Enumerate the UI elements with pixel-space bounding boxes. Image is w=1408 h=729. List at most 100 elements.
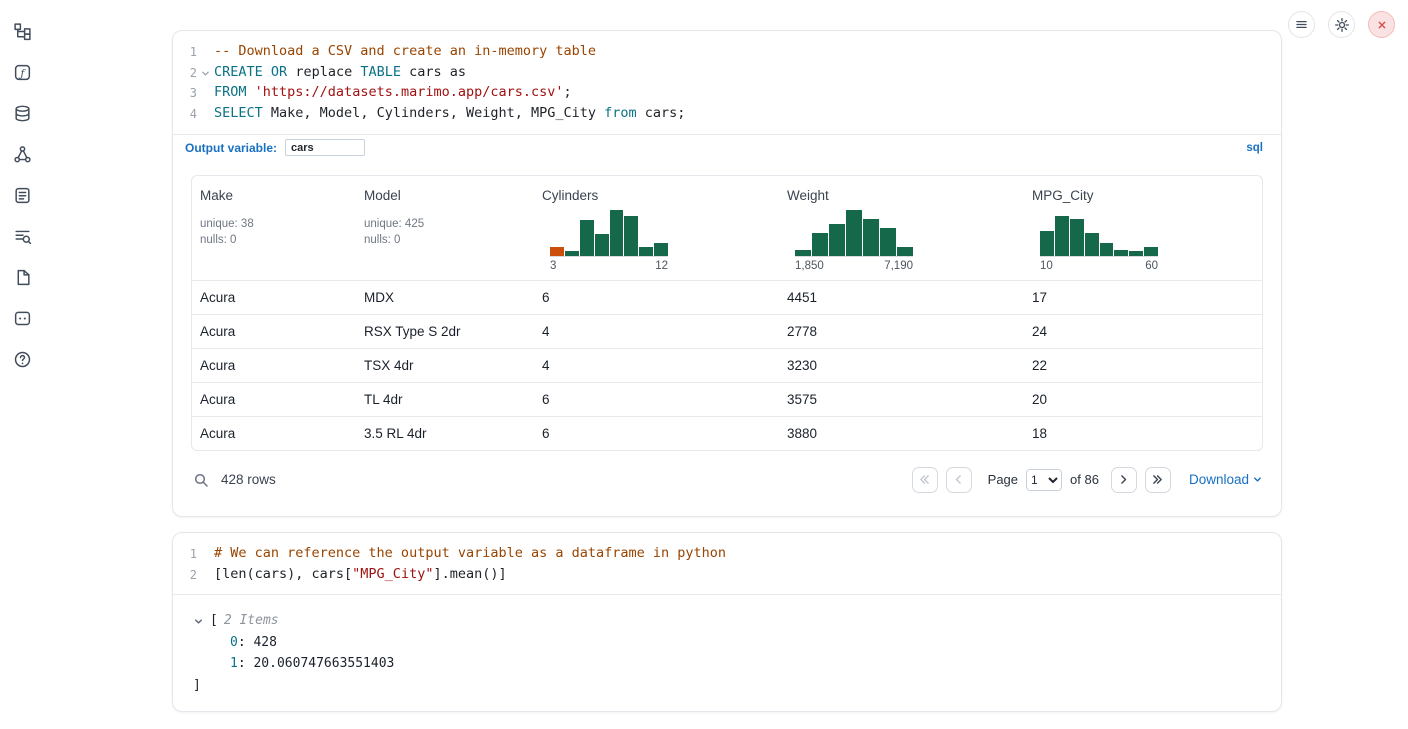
snippets-panel-button[interactable] bbox=[9, 264, 35, 290]
dependency-graph-panel-button[interactable] bbox=[9, 141, 35, 167]
search-icon bbox=[193, 472, 209, 488]
file-tree-icon bbox=[13, 22, 32, 41]
column-header[interactable]: Makeunique: 38nulls: 0 bbox=[192, 176, 356, 280]
table-row: AcuraTL 4dr6357520 bbox=[192, 382, 1262, 416]
svg-text:ƒ: ƒ bbox=[18, 67, 26, 79]
close-icon bbox=[1375, 18, 1389, 32]
table-row: AcuraRSX Type S 2dr4277824 bbox=[192, 314, 1262, 348]
histogram-bar[interactable] bbox=[595, 234, 609, 256]
code-text: -- Download a CSV and create an in-memor… bbox=[214, 42, 596, 63]
settings-button[interactable] bbox=[1328, 11, 1355, 38]
histogram-bar[interactable] bbox=[624, 216, 638, 256]
code-line: 4SELECT Make, Model, Cylinders, Weight, … bbox=[173, 104, 1281, 125]
column-header[interactable]: Cylinders312 bbox=[534, 176, 779, 280]
column-header[interactable]: Weight 1,8507,190 bbox=[779, 176, 1024, 280]
histogram-bar[interactable] bbox=[1129, 251, 1143, 256]
histogram-bars bbox=[1040, 210, 1158, 257]
table-cell: 6 bbox=[534, 383, 779, 416]
histogram-bar[interactable] bbox=[880, 228, 896, 256]
histogram-bar[interactable] bbox=[846, 210, 862, 256]
page-select[interactable]: 1 bbox=[1026, 469, 1062, 491]
histogram-bar[interactable] bbox=[897, 247, 913, 256]
column-header[interactable]: Modelunique: 425nulls: 0 bbox=[356, 176, 534, 280]
table-cell: RSX Type S 2dr bbox=[356, 315, 534, 348]
histogram-bar[interactable] bbox=[863, 219, 879, 256]
language-badge: sql bbox=[1246, 142, 1263, 154]
last-page-button[interactable] bbox=[1145, 467, 1171, 493]
collapse-toggle-icon[interactable] bbox=[193, 616, 204, 627]
tree-entry-key: 1 bbox=[230, 656, 238, 671]
histogram-bar[interactable] bbox=[1055, 216, 1069, 256]
histogram-range-labels: 312 bbox=[550, 260, 668, 272]
table-cell: 4 bbox=[534, 349, 779, 382]
dependency-graph-icon bbox=[13, 145, 32, 164]
histogram-bar[interactable] bbox=[580, 220, 594, 256]
code-text: CREATE OR replace TABLE cars as bbox=[214, 63, 466, 84]
search-button[interactable] bbox=[191, 470, 211, 490]
table-row: AcuraMDX6445117 bbox=[192, 280, 1262, 314]
histogram-bar[interactable] bbox=[812, 233, 828, 256]
table-cell: 4 bbox=[534, 315, 779, 348]
sql-code-editor[interactable]: 1-- Download a CSV and create an in-memo… bbox=[173, 31, 1281, 134]
histogram-bar[interactable] bbox=[795, 250, 811, 256]
histogram-bar[interactable] bbox=[1114, 250, 1128, 256]
logs-panel-button[interactable] bbox=[9, 182, 35, 208]
search-list-panel-button[interactable] bbox=[9, 223, 35, 249]
table-cell: 17 bbox=[1024, 281, 1262, 314]
notebook-area: 1 -- Download a CSV and create an in-memo… bbox=[172, 30, 1282, 712]
tree-root: [ 2 Items bbox=[193, 610, 1281, 632]
histogram-bar[interactable] bbox=[1085, 233, 1099, 256]
help-panel-button[interactable] bbox=[9, 346, 35, 372]
column-histogram: 1060 bbox=[1040, 210, 1158, 272]
snippets-icon bbox=[13, 268, 32, 287]
table-cell: 20 bbox=[1024, 383, 1262, 416]
column-label: Weight bbox=[787, 188, 1016, 203]
file-tree-panel-button[interactable] bbox=[9, 18, 35, 44]
histogram-bar[interactable] bbox=[610, 210, 624, 256]
previous-page-button[interactable] bbox=[946, 467, 972, 493]
output-variable-row: Output variable: sql bbox=[173, 134, 1281, 161]
line-number: 2 bbox=[173, 565, 197, 586]
line-number: 1 bbox=[173, 544, 197, 565]
output-variable-input[interactable] bbox=[285, 139, 365, 156]
next-page-button[interactable] bbox=[1111, 467, 1137, 493]
fold-toggle-icon[interactable] bbox=[197, 63, 214, 84]
table-cell: Acura bbox=[192, 349, 356, 382]
histogram-bar[interactable] bbox=[1144, 247, 1158, 256]
table-footer: 428 rows Page 1 of 86 bbox=[191, 451, 1263, 503]
histogram-bar[interactable] bbox=[1040, 231, 1054, 256]
line-number: 2 bbox=[173, 63, 197, 84]
menu-button[interactable] bbox=[1288, 11, 1315, 38]
column-header[interactable]: MPG_City1060 bbox=[1024, 176, 1262, 280]
histogram-bar[interactable] bbox=[829, 224, 845, 256]
output-variable-label: Output variable: bbox=[185, 141, 277, 155]
table-cell: TL 4dr bbox=[356, 383, 534, 416]
first-page-button[interactable] bbox=[912, 467, 938, 493]
histogram-range-labels: 1,8507,190 bbox=[795, 260, 913, 272]
tree-entry-list: 0: 4281: 20.060747663551403 bbox=[193, 632, 1281, 675]
tree-entry: 0: 428 bbox=[230, 632, 1281, 654]
topbar-actions bbox=[1288, 11, 1395, 38]
scratchpad-panel-button[interactable]: ƒ bbox=[9, 59, 35, 85]
column-label: Make bbox=[200, 188, 348, 203]
table-cell: 6 bbox=[534, 417, 779, 450]
fold-gutter-spacer bbox=[197, 544, 214, 565]
tree-entry-value: 20.060747663551403 bbox=[253, 656, 394, 671]
histogram-bar[interactable] bbox=[550, 247, 564, 256]
python-code-editor[interactable]: 1# We can reference the output variable … bbox=[173, 533, 1281, 594]
python-cell: 1# We can reference the output variable … bbox=[172, 532, 1282, 712]
histogram-bar[interactable] bbox=[1070, 219, 1084, 256]
shutdown-button[interactable] bbox=[1368, 11, 1395, 38]
histogram-bar[interactable] bbox=[639, 247, 653, 256]
download-button[interactable]: Download bbox=[1189, 472, 1263, 487]
code-line: 3FROM 'https://datasets.marimo.app/cars.… bbox=[173, 83, 1281, 104]
fold-gutter-spacer bbox=[197, 104, 214, 125]
histogram-bar[interactable] bbox=[565, 251, 579, 256]
table-cell: Acura bbox=[192, 417, 356, 450]
histogram-bar[interactable] bbox=[1100, 243, 1114, 256]
histogram-bar[interactable] bbox=[654, 243, 668, 256]
chat-panel-button[interactable] bbox=[9, 305, 35, 331]
table-cell: 3230 bbox=[779, 349, 1024, 382]
table-header-row: Makeunique: 38nulls: 0Modelunique: 425nu… bbox=[192, 176, 1262, 280]
database-panel-button[interactable] bbox=[9, 100, 35, 126]
